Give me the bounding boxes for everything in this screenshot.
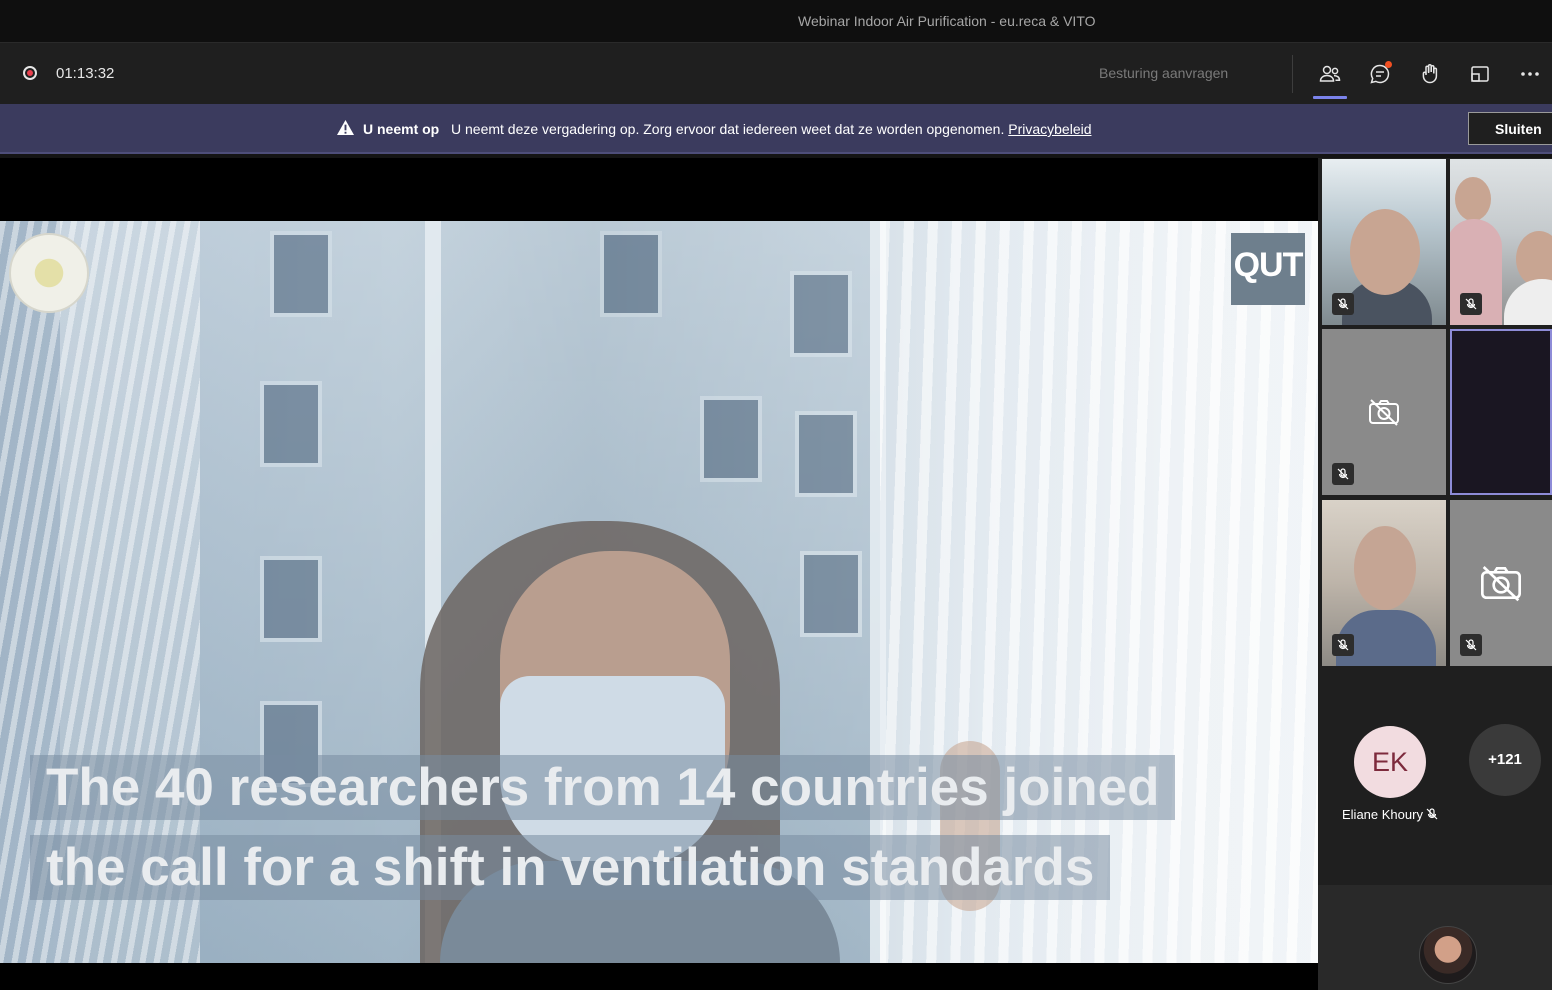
share-screen-icon [1471,66,1489,82]
building-window [270,231,332,317]
main-video-stage: QUT The 40 researchers from 14 countries… [0,158,1318,990]
mic-off-icon [1337,298,1349,310]
building-window [800,551,862,637]
more-participants-button[interactable]: +121 [1469,724,1541,796]
participant-tile[interactable] [1450,159,1552,325]
close-banner-button[interactable]: Sluiten [1468,112,1552,145]
mic-muted-badge [1332,463,1354,485]
building-window [790,271,852,357]
mic-off-icon [1337,639,1349,651]
show-participants-button[interactable] [1313,57,1347,99]
mic-off-icon [1465,298,1477,310]
warning-icon [337,119,354,136]
camera-off-icon [1481,566,1521,602]
participant-head [1350,209,1420,295]
recording-indicator-icon [23,66,37,80]
more-actions-button[interactable] [1513,57,1547,91]
meeting-timer: 01:13:32 [56,65,115,82]
participant-avatar[interactable]: EK [1354,726,1426,798]
caption-line-1: The 40 researchers from 14 countries joi… [30,755,1176,820]
chat-notification-dot [1385,61,1392,68]
share-tray-button[interactable] [1463,57,1497,91]
mic-muted-badge [1332,293,1354,315]
participant-tile[interactable] [1450,500,1552,666]
participant-body [1504,279,1552,325]
university-seal-logo [9,233,89,313]
request-control-button[interactable]: Besturing aanvragen [1099,65,1228,81]
building-window [795,411,857,497]
mic-muted-badge [1460,634,1482,656]
self-avatar[interactable] [1419,926,1477,984]
participant-tile[interactable] [1322,500,1446,666]
raise-hand-icon [1422,64,1438,84]
building-window [260,381,322,467]
show-chat-button[interactable] [1363,57,1397,91]
participant-head [1354,526,1416,610]
participant-name: Eliane Khoury [1342,807,1423,822]
toolbar-divider [1292,55,1293,93]
recording-message-text: U neemt deze vergadering op. Zorg ervoor… [451,121,1005,137]
mic-off-icon [1465,639,1477,651]
participant-tile[interactable] [1322,329,1446,495]
recording-status-label: U neemt op [363,121,440,137]
mic-off-icon [1337,468,1349,480]
raise-hand-button[interactable] [1413,57,1447,91]
shared-video-frame: QUT The 40 researchers from 14 countries… [0,221,1318,963]
participant-tile-active-speaker[interactable] [1450,329,1552,495]
window-title: Webinar Indoor Air Purification - eu.rec… [798,13,1096,29]
privacy-policy-link[interactable]: Privacybeleid [1008,121,1091,137]
mic-muted-badge [1460,293,1482,315]
qut-logo: QUT [1231,233,1305,305]
recording-message: U neemt deze vergadering op. Zorg ervoor… [451,121,1092,137]
recording-banner: U neemt op U neemt deze vergadering op. … [0,104,1552,154]
camera-off-icon [1369,399,1399,426]
mic-muted-badge [1332,634,1354,656]
meeting-toolbar: 01:13:32 Besturing aanvragen [0,42,1552,105]
people-icon [1319,65,1341,82]
window-title-bar: Webinar Indoor Air Purification - eu.rec… [0,0,1552,42]
building-window [700,396,762,482]
caption-line-2: the call for a shift in ventilation stan… [30,835,1111,900]
participant-tile[interactable] [1322,159,1446,325]
participant-head [1455,177,1491,221]
mic-off-icon [1426,808,1438,820]
more-options-icon [1521,72,1539,76]
building-window [260,556,322,642]
building-window [600,231,662,317]
